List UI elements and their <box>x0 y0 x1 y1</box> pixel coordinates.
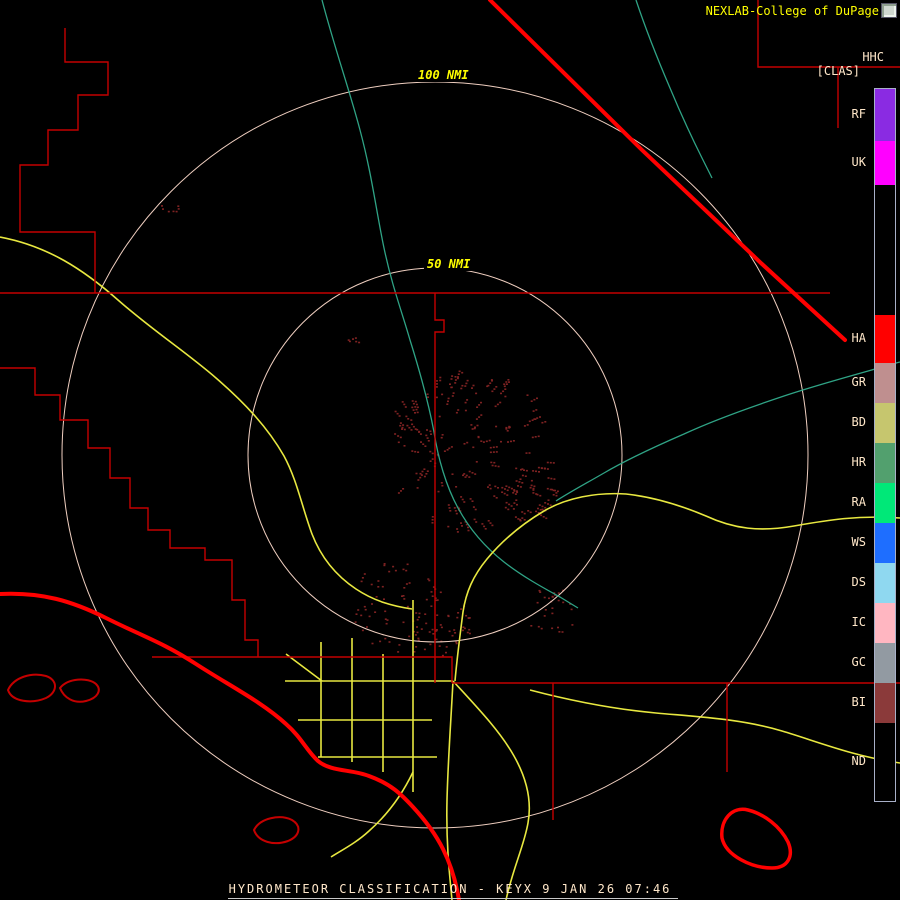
interstate-layer <box>0 0 847 900</box>
bottom-border-line <box>228 898 678 899</box>
county-boundary-line <box>152 656 453 683</box>
river-line <box>321 0 579 609</box>
legend-label-ic: IC <box>851 615 866 629</box>
lake-outline <box>6 673 56 703</box>
county-boundary-line <box>434 293 445 683</box>
product-title: HYDROMETEOR CLASSIFICATION - KEYX 9 JAN … <box>228 882 672 896</box>
legend-label-nd: ND <box>851 754 866 768</box>
legend-label-ws: WS <box>851 535 866 549</box>
county-boundary-line <box>19 28 109 293</box>
legend-label-bd: BD <box>851 415 866 429</box>
legend-swatch-ra <box>875 483 895 523</box>
legend-swatch-ds <box>875 563 895 603</box>
legend-swatch-uk <box>875 141 895 185</box>
radar-echoes <box>161 205 574 657</box>
county-boundary-line <box>0 367 259 657</box>
radar-map <box>0 0 900 900</box>
range-ring-label-50nmi: 50 NMI <box>424 257 474 271</box>
lake-outline <box>58 678 100 703</box>
river-line <box>635 0 713 179</box>
legend-label-ds: DS <box>851 575 866 589</box>
road-layer <box>0 236 900 900</box>
island-outline <box>720 807 793 870</box>
range-ring-label-100nmi: 100 NMI <box>415 68 472 82</box>
interstate-line <box>0 591 461 900</box>
product-class-label: [CLAS] <box>816 64 860 78</box>
legend-label-rf: RF <box>851 107 866 121</box>
lake-outline <box>252 816 300 845</box>
legend-swatch-bd <box>875 403 895 443</box>
legend-swatch-ic <box>875 603 895 643</box>
legend-label-uk: UK <box>851 155 866 169</box>
header-title: NEXLAB-College of DuPage <box>705 4 879 18</box>
legend-label-bi: BI <box>851 695 866 709</box>
legend-label-hr: HR <box>851 455 866 469</box>
legend-label-gc: GC <box>851 655 866 669</box>
legend-swatch-bi <box>875 683 895 723</box>
product-code-label: HHC <box>862 50 884 64</box>
legend-bar <box>874 88 896 802</box>
legend-swatch-nd <box>875 723 895 801</box>
road-line <box>452 680 531 900</box>
legend-swatch-blank <box>875 185 895 315</box>
legend-swatch-ws <box>875 523 895 563</box>
legend-swatch-ha <box>875 315 895 363</box>
road-line <box>285 653 323 682</box>
legend-label-ha: HA <box>851 331 866 345</box>
cod-logo-icon <box>881 3 897 18</box>
road-line <box>454 492 900 682</box>
legend-label-gr: GR <box>851 375 866 389</box>
legend-swatch-gr <box>875 363 895 403</box>
legend-swatch-gc <box>875 643 895 683</box>
legend-label-ra: RA <box>851 495 866 509</box>
interstate-line <box>488 0 847 342</box>
legend-swatch-rf <box>875 89 895 141</box>
road-line <box>330 771 414 858</box>
radar-display: 100 NMI 50 NMI NEXLAB-College of DuPage … <box>0 0 900 900</box>
legend-swatch-hr <box>875 443 895 483</box>
